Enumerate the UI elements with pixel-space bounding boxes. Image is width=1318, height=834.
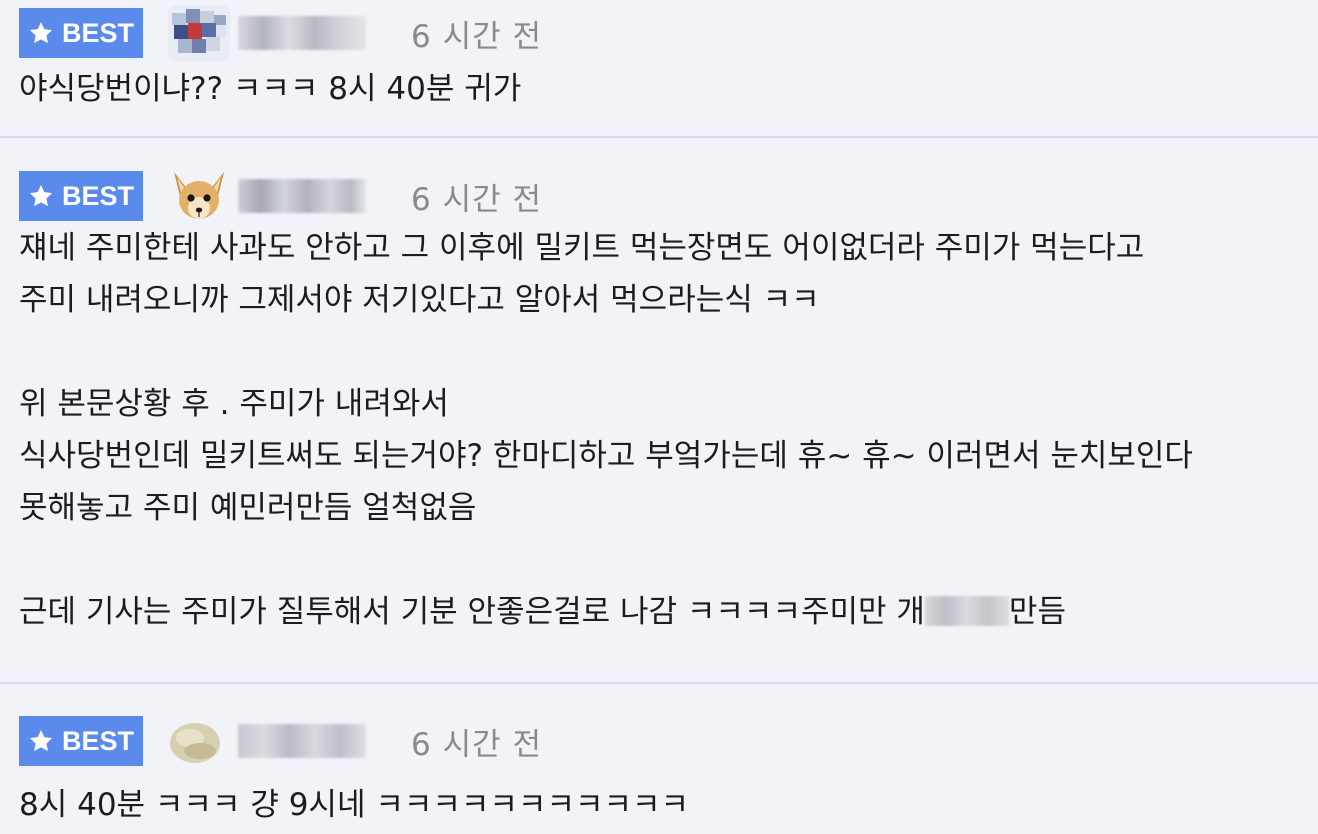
avatar[interactable] (168, 168, 230, 224)
avatar[interactable] (168, 5, 230, 61)
comment-text: 야식당번이냐?? ㅋㅋㅋ 8시 40분 귀가 (19, 63, 1318, 115)
comment-line: 못해놓고 주미 예민러만듬 얼척없음 (19, 490, 477, 526)
comment-timestamp: 6 시간 전 (411, 181, 542, 218)
best-badge-label: BEST (61, 17, 134, 48)
best-badge: BEST (19, 8, 143, 58)
nickname-blurred[interactable] (238, 179, 366, 213)
censored-text (924, 596, 1009, 626)
comment-timestamp: 6 시간 전 (411, 726, 542, 763)
comment-line: 근데 기사는 주미가 질투해서 기분 안좋은걸로 나감 ㅋㅋㅋㅋ주미만 개 만듬 (19, 586, 1318, 638)
star-icon (28, 728, 54, 754)
comment-line: 쟤네 주미한테 사과도 안하고 그 이후에 밀키트 먹는장면도 어이없더라 주미… (19, 230, 1155, 266)
best-badge-label: BEST (61, 725, 134, 756)
comment-item: BEST 6 시간 전 야식당번이냐?? ㅋㅋㅋ 8시 40분 귀가 (0, 0, 1318, 137)
comment-line-part: 근데 기사는 주미가 질투해서 기분 안좋은걸로 나감 ㅋㅋㅋㅋ주미만 개 (19, 594, 925, 630)
comment-timestamp: 6 시간 전 (411, 18, 542, 55)
comment-meta: BEST 6 시간 전 (19, 5, 542, 61)
comment-text: 쟤네 주미한테 사과도 안하고 그 이후에 밀키트 먹는장면도 어이없더라 주미… (19, 222, 1318, 638)
comment-line: 주미 내려오니까 그제서야 저기있다고 알아서 먹으라는식 ㅋㅋ (19, 282, 820, 318)
comment-meta: BEST 6 시간 전 (19, 716, 542, 766)
comment-line: 식사당번인데 밀키트써도 되는거야? 한마디하고 부엌가는데 휴~ 휴~ 이러면… (19, 438, 1193, 474)
comment-line (19, 326, 1318, 378)
comment-item: BEST 6 시간 전 쟤네 주미한테 사과도 안하고 그 이후에 밀키트 먹는… (0, 138, 1318, 682)
star-icon (28, 183, 54, 209)
comment-line-part: 만듬 (1008, 594, 1066, 630)
nickname-blurred[interactable] (238, 724, 366, 758)
star-icon (28, 20, 54, 46)
comment-list: BEST 6 시간 전 야식당번이냐?? ㅋㅋㅋ 8시 40분 귀가 BEST … (0, 0, 1318, 834)
comment-line: 야식당번이냐?? ㅋㅋㅋ 8시 40분 귀가 (19, 71, 522, 107)
best-badge: BEST (19, 716, 143, 766)
best-badge: BEST (19, 171, 143, 221)
comment-meta: BEST 6 시간 전 (19, 168, 542, 224)
comment-item: BEST 6 시간 전 8시 40분 ㅋㅋㅋ 걍 9시네 ㅋㅋㅋㅋㅋㅋㅋㅋㅋㅋㅋ (0, 683, 1318, 834)
comment-line (19, 534, 1318, 586)
best-badge-label: BEST (61, 180, 134, 211)
comment-line: 8시 40분 ㅋㅋㅋ 걍 9시네 ㅋㅋㅋㅋㅋㅋㅋㅋㅋㅋㅋ (19, 787, 690, 823)
comment-line: 위 본문상황 후 . 주미가 내려와서 (19, 386, 449, 422)
comment-text: 8시 40분 ㅋㅋㅋ 걍 9시네 ㅋㅋㅋㅋㅋㅋㅋㅋㅋㅋㅋ (19, 779, 1318, 831)
avatar[interactable] (168, 713, 230, 769)
nickname-blurred[interactable] (238, 16, 366, 50)
